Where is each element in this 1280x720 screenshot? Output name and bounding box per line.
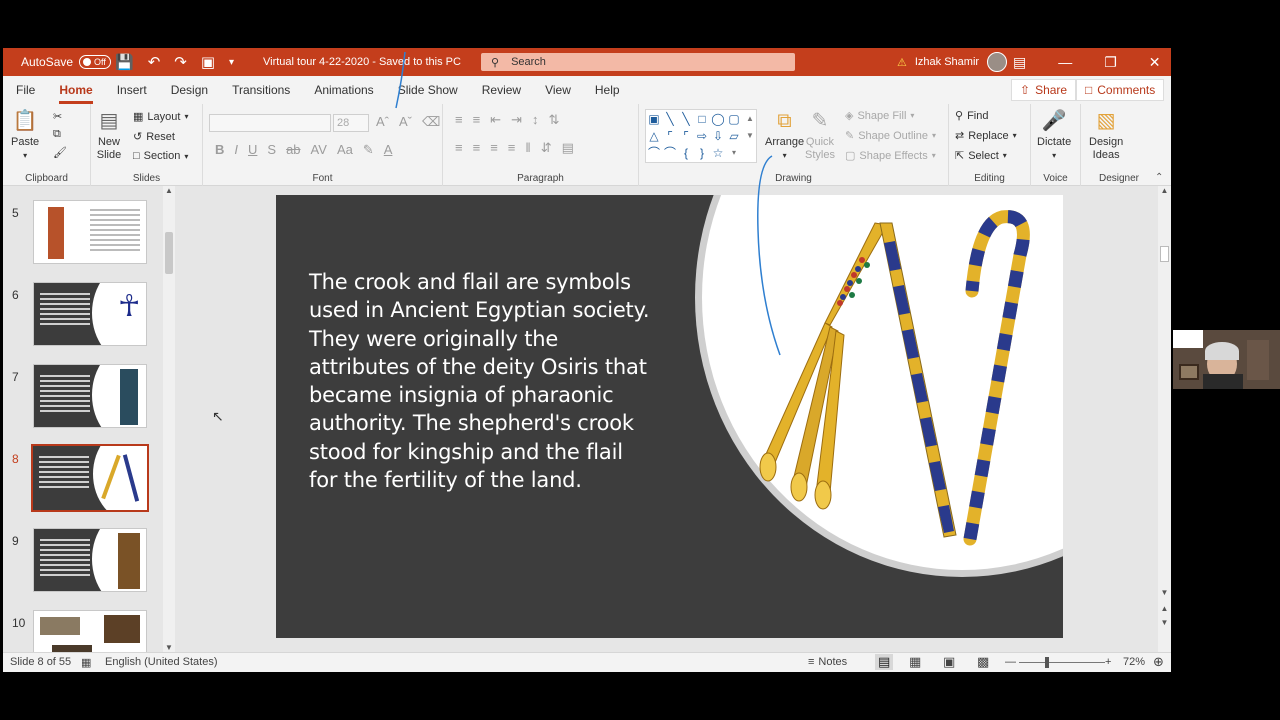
pen-annotation-strokes: [395, 51, 781, 356]
